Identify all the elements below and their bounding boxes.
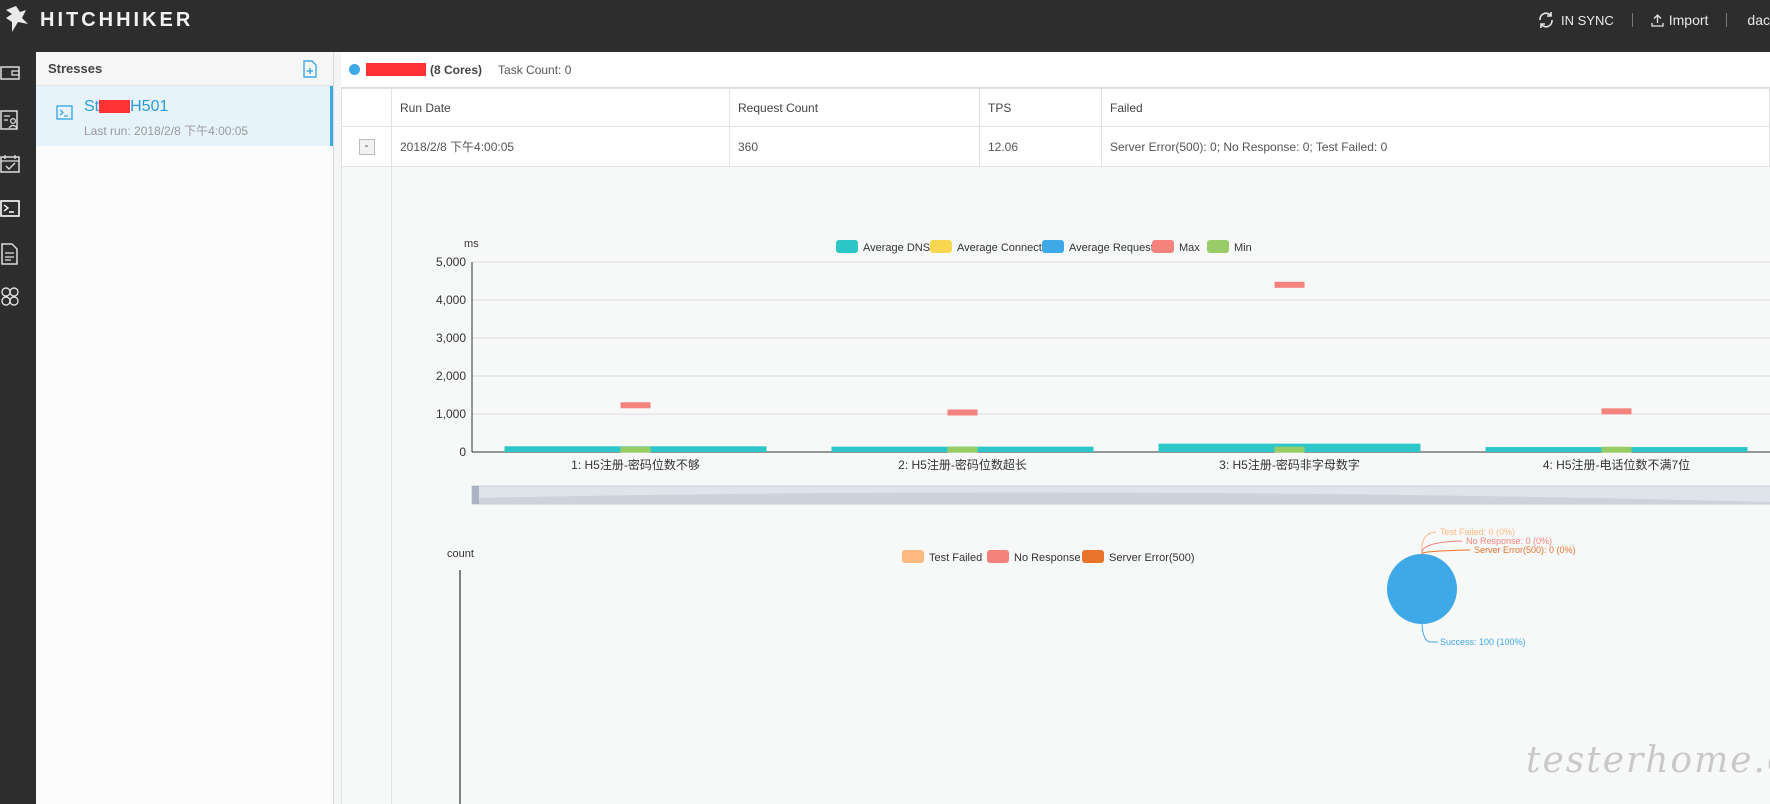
x-tick-label: 4: H5注册-电话位数不满7位 xyxy=(1543,457,1690,472)
status-dot xyxy=(349,64,360,75)
stresses-title: Stresses xyxy=(48,61,103,76)
x-tick-label: 3: H5注册-密码非字母数字 xyxy=(1219,457,1360,472)
terminal-icon[interactable] xyxy=(0,198,22,220)
new-file-icon[interactable] xyxy=(303,59,319,78)
y-tick-label: 2,000 xyxy=(436,369,466,383)
user-name: dac xyxy=(1747,12,1770,28)
marker-min xyxy=(1601,446,1632,453)
run-header: (8 Cores) Task Count: 0 xyxy=(341,52,1770,88)
y-axis-label: count xyxy=(447,548,474,560)
stress-name-suffix: H501 xyxy=(130,98,169,115)
run-date-cell: 2018/2/8 下午4:00:05 xyxy=(391,126,730,167)
table-header: Run Date xyxy=(391,88,730,127)
table-header: TPS xyxy=(979,88,1102,127)
pie-slice-success xyxy=(1387,554,1457,624)
top-bar: HITCHHIKER IN SYNC Import dac xyxy=(0,0,1770,52)
stress-last-run: Last run: 2018/2/8 下午4:00:05 xyxy=(84,124,249,138)
stress-name: St H501 xyxy=(84,98,168,116)
watermark: testerhome.com xyxy=(1526,740,1770,781)
wallet-icon[interactable] xyxy=(0,62,22,84)
table-header-row: Run Date Request Count TPS Failed xyxy=(341,88,1770,127)
task-count: Task Count: 0 xyxy=(498,62,572,77)
legend-label: Average DNS xyxy=(863,242,930,254)
tps-cell: 12.06 xyxy=(979,126,1102,167)
failed-cell: Server Error(500): 0; No Response: 0; Te… xyxy=(1101,126,1770,167)
user-menu[interactable]: dac xyxy=(1727,0,1770,40)
legend-label: Average Connect xyxy=(957,242,1042,254)
table-row[interactable]: - 2018/2/8 下午4:00:05 360 12.06 Server Er… xyxy=(341,126,1770,167)
hitchhiker-logo-icon xyxy=(6,6,28,32)
stress-list-item[interactable]: St H501 Last run: 2018/2/8 下午4:00:05 xyxy=(36,86,333,146)
legend-swatch xyxy=(1207,240,1229,253)
marker-max xyxy=(1274,281,1305,288)
marker-min xyxy=(1274,446,1305,453)
y-tick-label: 4,000 xyxy=(436,293,466,307)
app-logo-text: HITCHHIKER xyxy=(40,9,194,31)
y-tick-label: 5,000 xyxy=(436,255,466,269)
stress-name-prefix: St xyxy=(84,98,100,115)
legend-swatch xyxy=(836,240,858,253)
redacted-block xyxy=(99,100,131,114)
charts-canvas: ms Average DNS Average Connect Average Requ… xyxy=(436,238,1770,804)
zoom-slider-handle xyxy=(472,486,479,504)
legend-swatch xyxy=(987,550,1009,563)
x-tick-label: 1: H5注册-密码位数不够 xyxy=(571,457,700,472)
pie-label: Success: 100 (100%) xyxy=(1440,637,1526,647)
legend-label: Test Failed xyxy=(929,552,982,564)
y-axis-label: ms xyxy=(464,238,479,250)
marker-max xyxy=(620,402,651,409)
document-icon[interactable] xyxy=(0,243,22,265)
marker-max xyxy=(1601,408,1632,415)
pie-label-line xyxy=(1421,549,1471,555)
legend-swatch xyxy=(1152,240,1174,253)
redacted-block xyxy=(366,63,426,76)
legend-swatch xyxy=(930,240,952,253)
sync-icon xyxy=(1539,12,1553,28)
marker-max xyxy=(947,409,978,416)
legend-swatch xyxy=(1042,240,1064,253)
import-button[interactable]: Import xyxy=(1633,0,1727,40)
stresses-header: Stresses xyxy=(36,52,333,86)
pie-label-line xyxy=(1421,531,1437,555)
marker-min xyxy=(947,446,978,453)
legend-label: Max xyxy=(1179,242,1200,254)
legend-label: No Response xyxy=(1014,552,1081,564)
contacts-icon[interactable] xyxy=(0,109,22,131)
stresses-panel: Stresses St H501 Last run: 2018/2/8 下午4:0… xyxy=(36,52,334,804)
legend-label: Server Error(500) xyxy=(1109,552,1195,564)
pie-label: Server Error(500): 0 (0%) xyxy=(1474,545,1576,555)
upload-icon xyxy=(1651,13,1664,27)
table-header-toggle xyxy=(341,88,392,127)
terminal-icon xyxy=(56,105,73,120)
calendar-check-icon[interactable] xyxy=(0,153,22,175)
y-tick-label: 1,000 xyxy=(436,407,466,421)
y-tick-label: 3,000 xyxy=(436,331,466,345)
legend-swatch xyxy=(1082,550,1104,563)
import-label: Import xyxy=(1668,12,1709,28)
legend-swatch xyxy=(902,550,924,563)
top-actions: IN SYNC Import dac xyxy=(1519,0,1770,40)
sync-status-button[interactable]: IN SYNC xyxy=(1519,0,1632,40)
left-nav xyxy=(0,52,36,804)
table-header: Failed xyxy=(1101,88,1770,127)
main-content: (8 Cores) Task Count: 0 Run Date Request… xyxy=(341,52,1770,804)
x-tick-label: 2: H5注册-密码位数超长 xyxy=(898,457,1027,472)
marker-min xyxy=(620,446,651,453)
y-tick-label: 0 xyxy=(459,445,466,459)
table-header: Request Count xyxy=(729,88,980,127)
run-detail: ms Average DNS Average Connect Average Requ… xyxy=(341,167,1770,804)
legend-label: Min xyxy=(1234,242,1252,254)
pie-label-line xyxy=(1421,623,1438,643)
collapse-button[interactable]: - xyxy=(358,139,375,155)
detail-gutter xyxy=(342,167,392,804)
hexagons-icon[interactable] xyxy=(0,286,22,308)
runs-table: Run Date Request Count TPS Failed - 2018… xyxy=(341,88,1770,167)
cores-label: (8 Cores) xyxy=(430,62,483,77)
request-count-cell: 360 xyxy=(729,126,980,167)
sync-status-label: IN SYNC xyxy=(1561,12,1614,28)
legend-label: Average Request xyxy=(1069,242,1154,254)
